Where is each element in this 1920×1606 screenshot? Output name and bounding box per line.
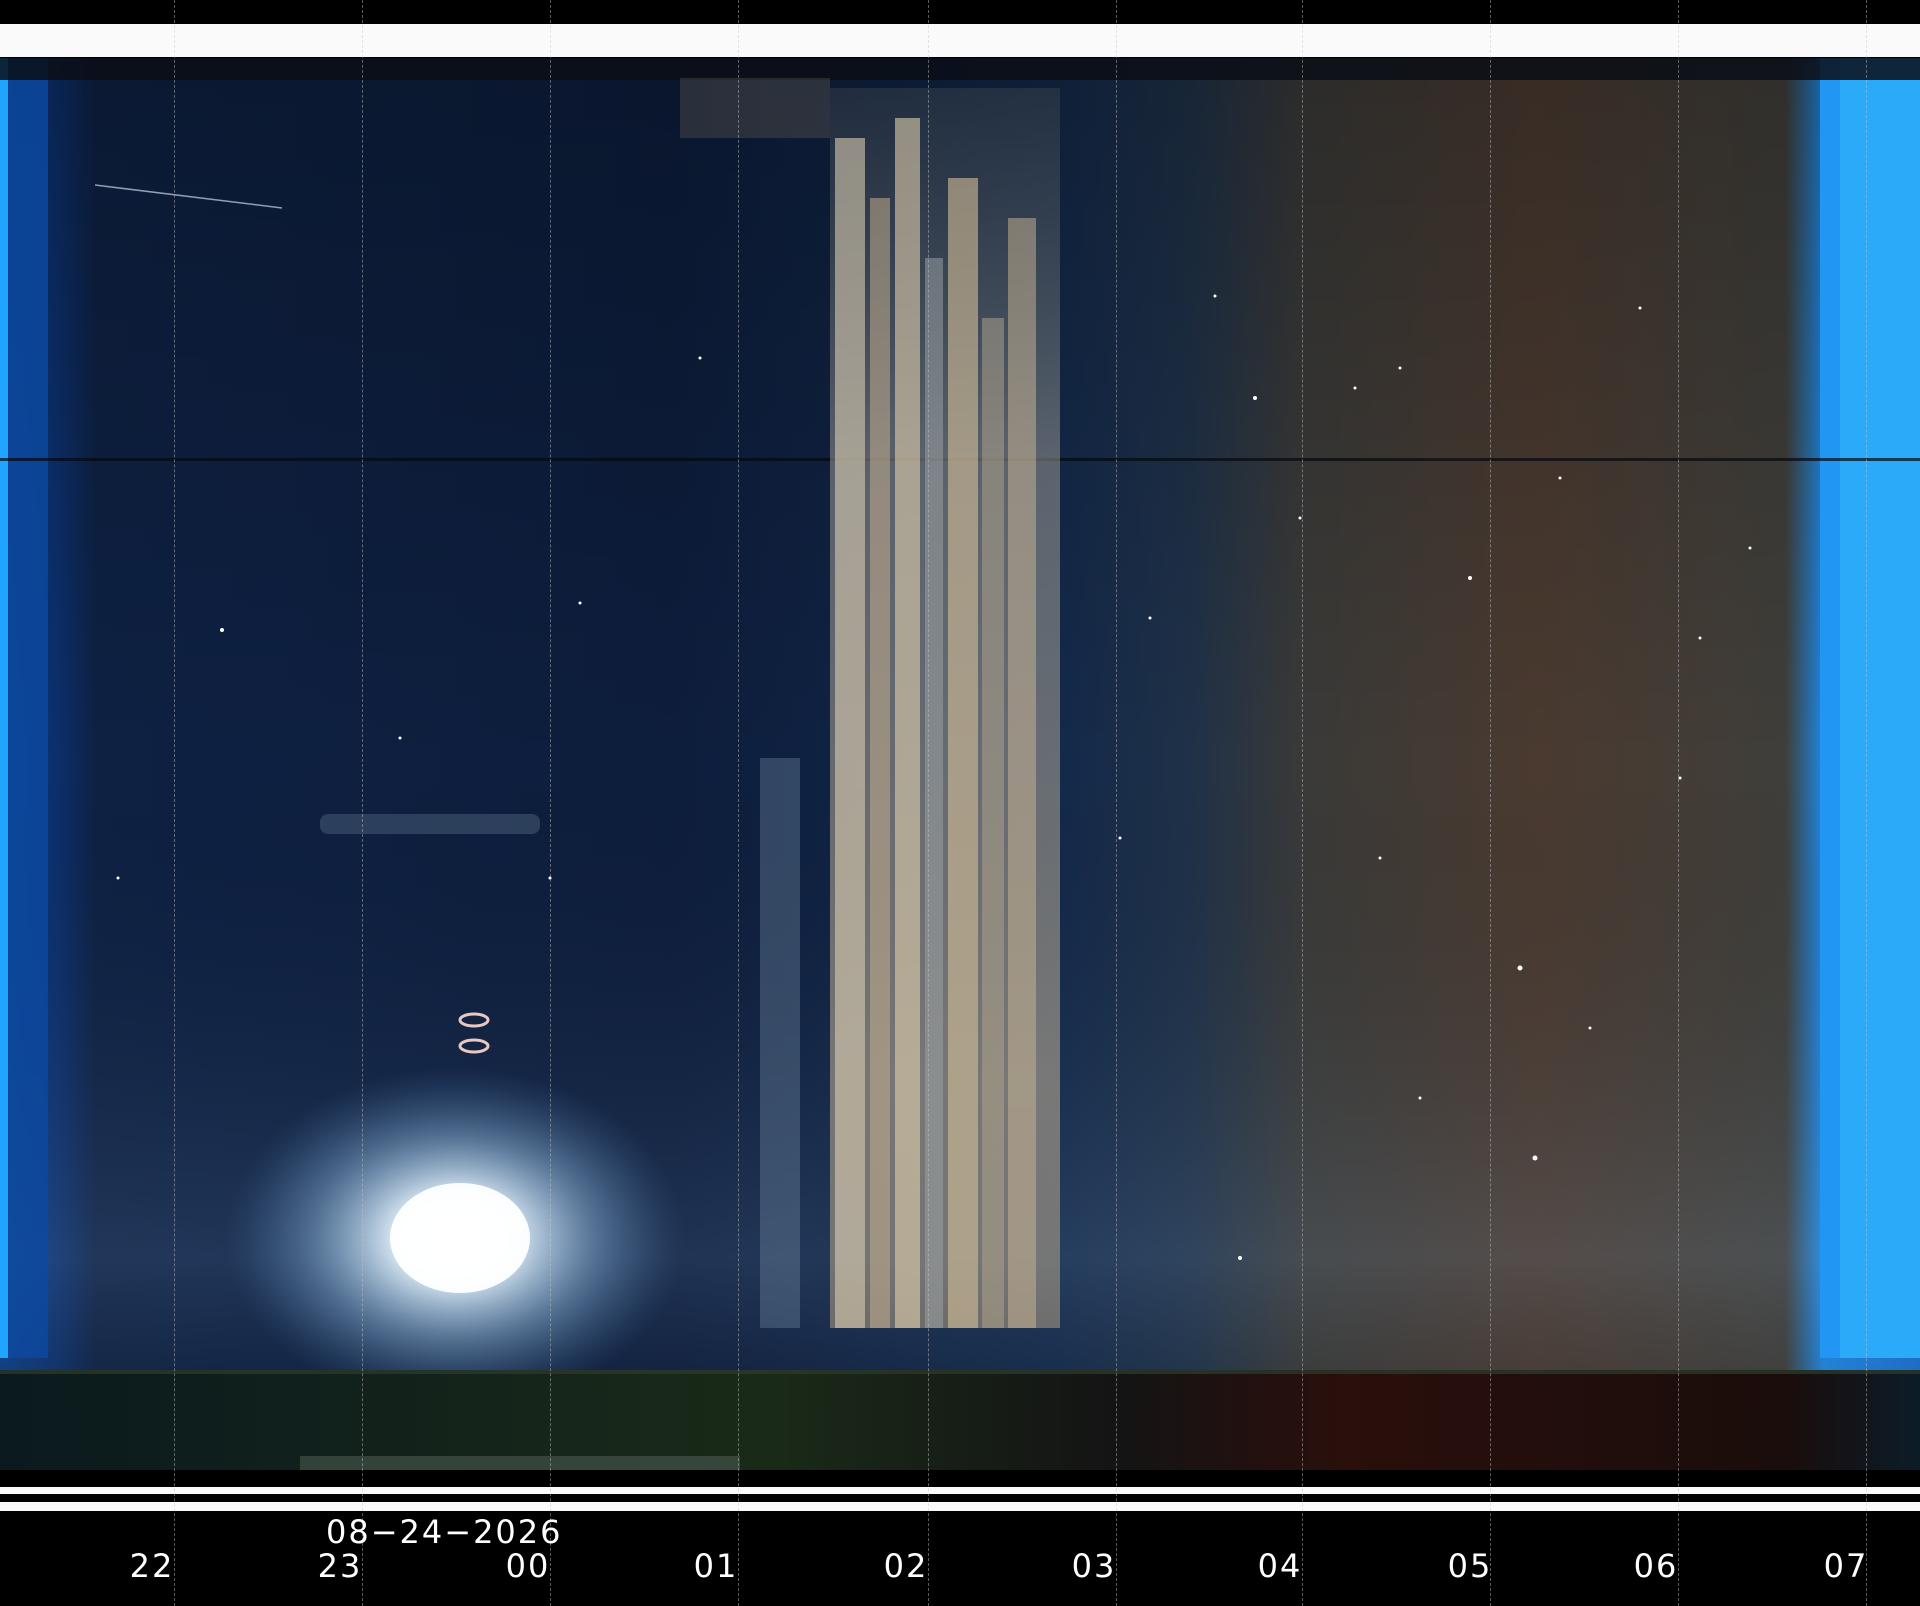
hour-label-03: 03 (1071, 1547, 1117, 1585)
hour-label-22: 22 (129, 1547, 175, 1585)
hour-label-04: 04 (1257, 1547, 1303, 1585)
gridline-22 (174, 0, 175, 1606)
gridline-06 (1678, 0, 1679, 1606)
date-label: 08−24−2026 (326, 1513, 563, 1551)
cloud-streak (320, 814, 540, 834)
gridline-00 (550, 0, 551, 1606)
hour-label-01: 01 (693, 1547, 739, 1585)
ground-lights (300, 1456, 740, 1470)
gridline-04 (1302, 0, 1303, 1606)
gridline-03 (1116, 0, 1117, 1606)
right-twilight-bright (1840, 58, 1920, 1358)
hour-label-07: 07 (1823, 1547, 1869, 1585)
gridline-05 (1490, 0, 1491, 1606)
keogram-svg (0, 58, 1920, 1470)
gridline-23 (362, 0, 363, 1606)
gridline-02 (928, 0, 929, 1606)
keogram-image (0, 58, 1920, 1470)
top-band (0, 24, 1920, 57)
bottom-band-2 (0, 1502, 1920, 1511)
top-dark-strip (0, 58, 1920, 80)
left-twilight-edge (0, 58, 8, 1358)
hour-label-02: 02 (883, 1547, 929, 1585)
gridline-01 (738, 0, 739, 1606)
left-twilight (8, 58, 48, 1358)
hour-label-05: 05 (1447, 1547, 1493, 1585)
bottom-band-1 (0, 1487, 1920, 1494)
hour-label-06: 06 (1633, 1547, 1679, 1585)
ground-edge (0, 1370, 1920, 1374)
ground-strip (0, 1370, 1920, 1470)
hour-label-00: 00 (505, 1547, 551, 1585)
gridline-07 (1866, 0, 1867, 1606)
hour-label-23: 23 (317, 1547, 363, 1585)
keogram-frame: 08−24−2026 22 23 00 01 02 03 04 05 06 07 (0, 0, 1920, 1606)
moon (390, 1183, 530, 1293)
